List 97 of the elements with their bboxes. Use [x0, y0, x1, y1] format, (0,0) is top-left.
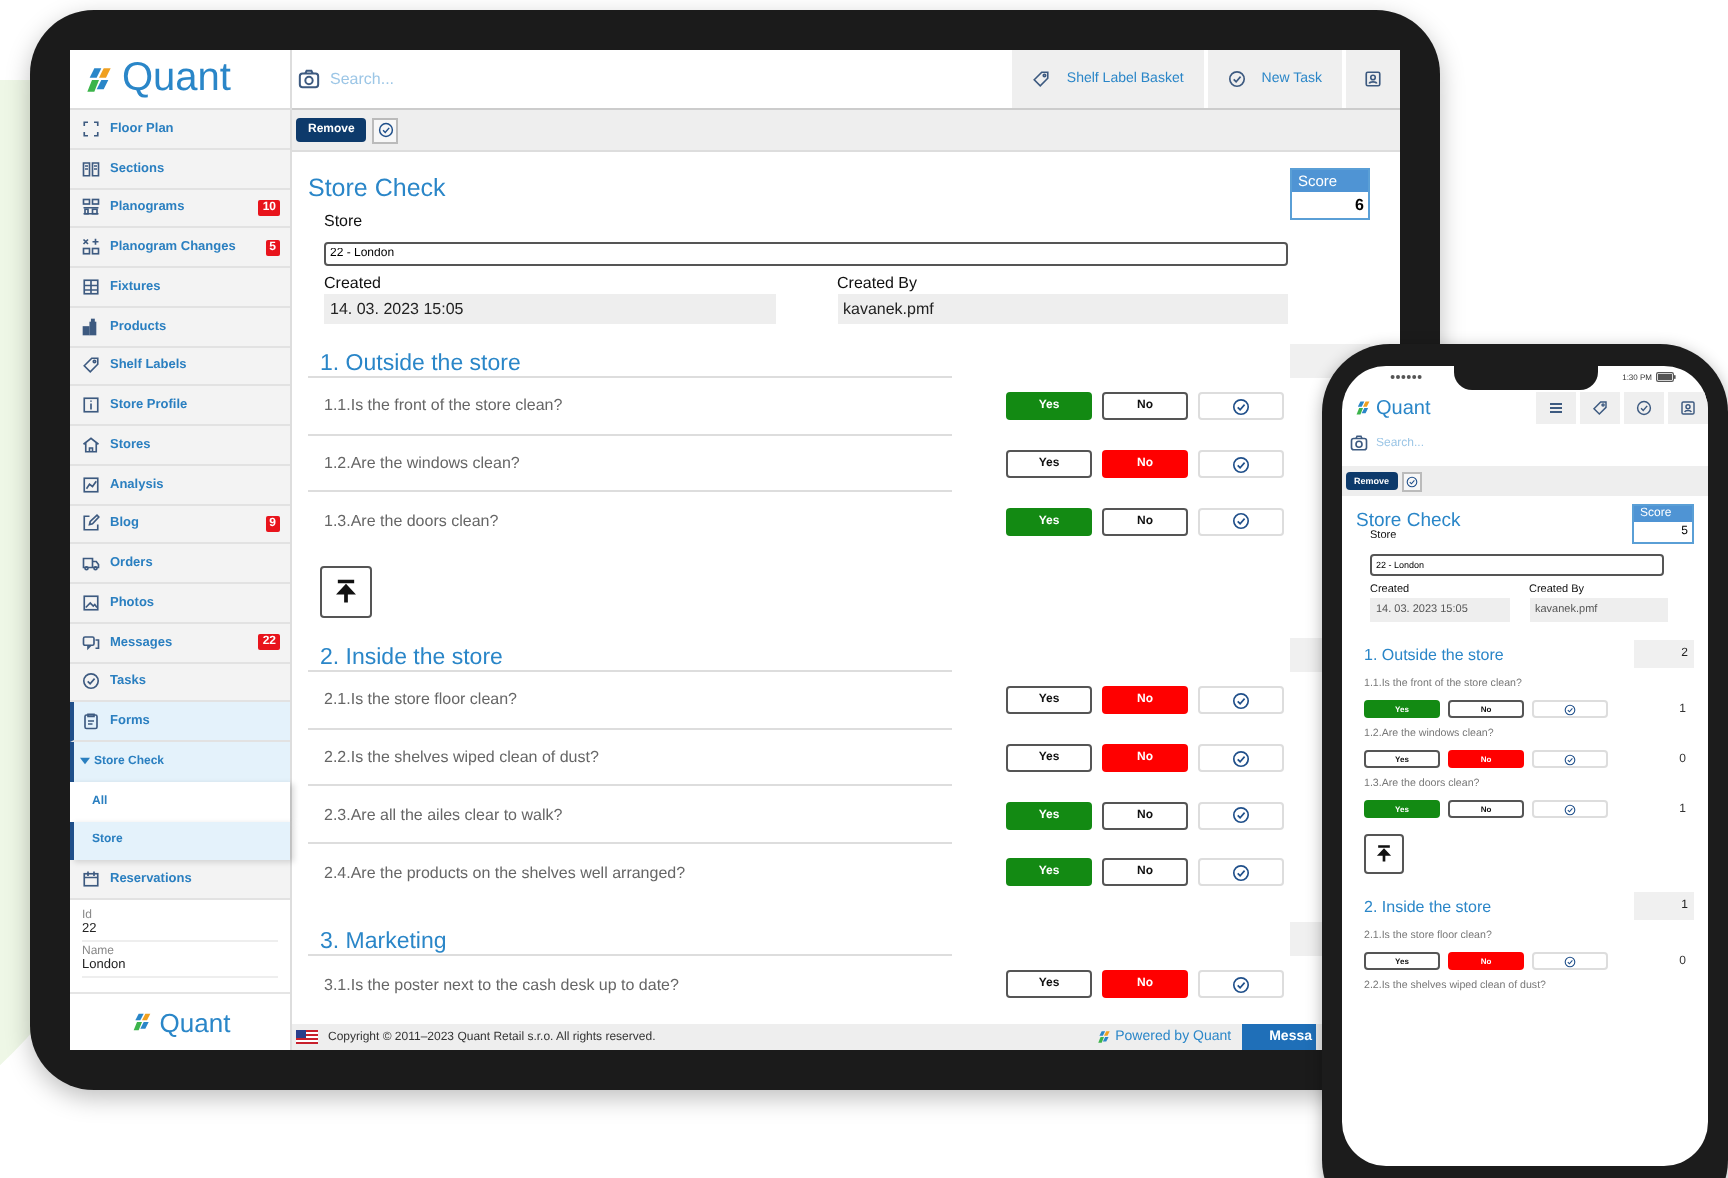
- section-heading: 1. Outside the store: [308, 352, 952, 378]
- book-icon: [82, 159, 100, 178]
- user-button[interactable]: [1668, 392, 1708, 424]
- check-circle-icon: [1232, 749, 1250, 768]
- menu-button[interactable]: [1536, 392, 1576, 424]
- logo-icon: [129, 1012, 154, 1032]
- arrow-up-icon: [1374, 844, 1394, 864]
- question-text: 1.3.Are the doors clean?: [322, 510, 501, 535]
- calendar-icon: [82, 870, 100, 889]
- check-circle-icon: [1232, 512, 1250, 531]
- question-text: 2.3.Are all the ailes clear to walk?: [308, 786, 952, 845]
- signal-dots-icon: [1390, 374, 1422, 380]
- check-circle-icon: [1232, 397, 1250, 416]
- clipboard-icon: [82, 712, 100, 731]
- question-text: 1.1.Is the front of the store clean?: [308, 378, 952, 436]
- check-circle-icon: [1636, 400, 1652, 416]
- logo-icon: [1095, 1030, 1112, 1044]
- battery-icon: [1656, 372, 1676, 382]
- check-button[interactable]: [1198, 686, 1284, 715]
- check-circle-icon: [1232, 455, 1250, 474]
- tag-icon: [82, 356, 100, 375]
- check-circle-icon: [1564, 803, 1576, 815]
- info-icon: [82, 396, 100, 415]
- tag-icon: [1032, 70, 1051, 88]
- section-heading: 2. Inside the store: [1364, 897, 1492, 915]
- truck-icon: [82, 554, 100, 573]
- house-icon: [82, 435, 100, 454]
- form-title: Store Check: [308, 174, 446, 202]
- image-icon: [82, 593, 100, 612]
- check-button[interactable]: [1198, 970, 1284, 999]
- question-text: 3.1.Is the poster next to the cash desk up to date?: [322, 973, 681, 998]
- field-value: kavanek.pmf: [837, 294, 1288, 324]
- search-field[interactable]: Search...: [326, 68, 634, 90]
- question-text: 2.1.Is the store floor clean?: [308, 672, 952, 730]
- edit-icon: [82, 514, 100, 533]
- check-button[interactable]: [1198, 507, 1284, 536]
- logo-icon: [1354, 400, 1372, 416]
- check-button[interactable]: [1198, 392, 1284, 421]
- question-text: 1.2.Are the windows clean?: [308, 435, 952, 493]
- arrow-up-icon: [332, 578, 360, 607]
- tag-icon: [1592, 400, 1608, 416]
- check-button[interactable]: [1532, 700, 1608, 718]
- check-circle-icon: [1232, 806, 1250, 825]
- app-logo: Quant: [122, 56, 231, 102]
- form-title: Store Check: [1356, 510, 1461, 532]
- section-heading: 2. Inside the store: [308, 646, 952, 673]
- user-button[interactable]: [1342, 50, 1400, 108]
- check-circle-icon: [82, 672, 100, 691]
- cabinet-icon: [82, 277, 100, 296]
- question-text: 2.4.Are the products on the shelves well arranged?: [322, 861, 688, 886]
- user-icon: [1364, 70, 1382, 88]
- check-button[interactable]: [1198, 450, 1284, 479]
- check-button[interactable]: [1198, 858, 1284, 887]
- app-logo: Quant: [1376, 397, 1431, 419]
- field-label: Store: [324, 212, 365, 230]
- camera-icon: [1350, 434, 1368, 452]
- header-button[interactable]: [1580, 392, 1620, 424]
- logo-icon: [82, 65, 116, 93]
- check-circle-icon: [377, 122, 394, 138]
- caret-icon: [80, 756, 90, 767]
- score-value: 6: [1353, 194, 1366, 218]
- field-label: Created: [324, 274, 383, 292]
- check-circle-icon: [1232, 863, 1250, 882]
- check-button[interactable]: [1198, 801, 1284, 830]
- back-to-top-button[interactable]: [1364, 834, 1404, 874]
- check-button[interactable]: [1532, 800, 1608, 818]
- shelves-plus-icon: [82, 238, 100, 257]
- menu-icon: [1548, 400, 1564, 416]
- check-circle-icon: [1564, 955, 1576, 967]
- back-to-top-button[interactable]: [320, 566, 372, 619]
- check-circle-icon: [1564, 703, 1576, 715]
- check-circle-icon: [1405, 475, 1418, 487]
- confirm-button[interactable]: [372, 117, 399, 143]
- check-button[interactable]: [1532, 750, 1608, 768]
- section-heading: 3. Marketing: [308, 929, 952, 956]
- field-value: 14. 03. 2023 15:05: [324, 294, 775, 324]
- corners-icon: [82, 119, 100, 138]
- shelves-icon: [82, 198, 100, 217]
- header-button[interactable]: [1624, 392, 1664, 424]
- boxes-icon: [82, 317, 100, 336]
- chat-icon: [82, 633, 100, 652]
- check-circle-icon: [1232, 975, 1250, 994]
- check-button[interactable]: [1198, 744, 1284, 773]
- confirm-button[interactable]: [1401, 471, 1422, 491]
- field-label: Created By: [837, 274, 920, 292]
- chart-icon: [82, 475, 100, 494]
- check-circle-icon: [1227, 70, 1246, 88]
- check-circle-icon: [1564, 753, 1576, 765]
- check-button[interactable]: [1532, 952, 1608, 970]
- phone-notch: [1453, 366, 1597, 390]
- section-heading: 1. Outside the store: [1364, 645, 1504, 663]
- app-logo: Quant: [159, 1007, 231, 1037]
- flag-icon: [296, 1030, 318, 1044]
- user-icon: [1680, 400, 1696, 416]
- question-text: 2.2.Is the shelves wiped clean of dust?: [308, 729, 952, 787]
- camera-icon: [298, 68, 320, 90]
- check-circle-icon: [1232, 691, 1250, 710]
